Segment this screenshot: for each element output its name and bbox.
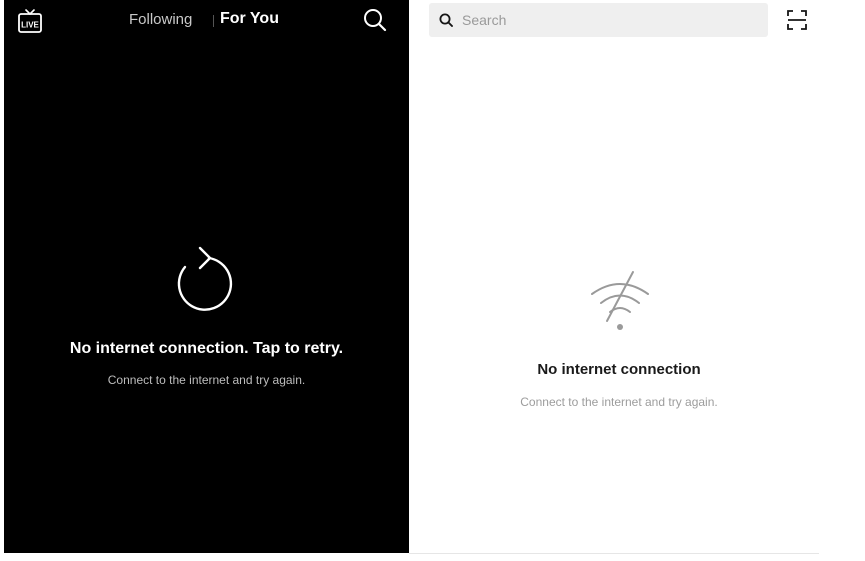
feed-error-title[interactable]: No internet connection. Tap to retry. [4,340,409,358]
feed-error-subtitle: Connect to the internet and try again. [107,373,306,387]
tab-for-you[interactable]: For You [220,10,279,28]
tab-divider [213,15,214,27]
scan-qr-icon[interactable] [786,9,808,31]
discover-panel: No internet connection Connect to the in… [409,0,865,553]
no-wifi-icon [587,268,653,334]
discover-error-title: No internet connection [537,361,701,378]
search-input[interactable] [462,3,752,37]
feed-panel: LIVE Following For You No internet conne… [4,0,409,553]
bottom-divider [409,553,819,554]
feed-tabs: Following For You [4,10,409,30]
tab-following[interactable]: Following [129,11,192,28]
search-icon [439,13,453,27]
discover-error-subtitle: Connect to the internet and try again. [520,395,718,409]
search-icon[interactable] [363,8,387,32]
search-bar[interactable] [429,3,768,37]
refresh-icon[interactable] [169,245,241,317]
